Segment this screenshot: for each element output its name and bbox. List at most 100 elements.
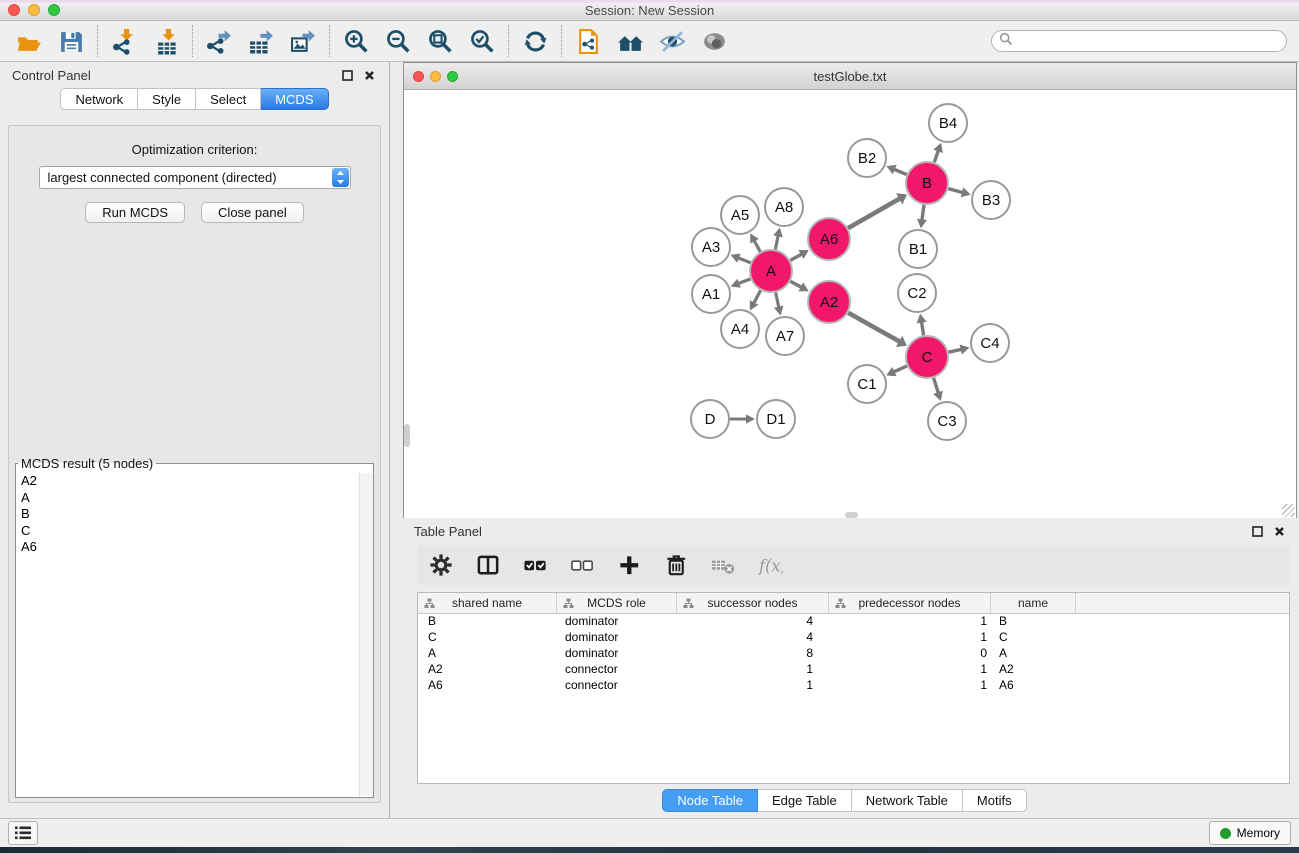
deselect-all-button[interactable] xyxy=(568,551,596,579)
table-cell: B xyxy=(991,614,1076,630)
add-button[interactable] xyxy=(615,551,643,579)
export-network-button[interactable] xyxy=(198,23,240,59)
import-table-button[interactable] xyxy=(145,23,187,59)
tab-motifs[interactable]: Motifs xyxy=(963,789,1027,812)
graph-node-C3[interactable]: C3 xyxy=(928,402,966,440)
criterion-select[interactable]: largest connected component (directed) xyxy=(39,166,351,189)
tab-node-table[interactable]: Node Table xyxy=(662,789,758,812)
table-cell: dominator xyxy=(557,614,677,630)
result-item[interactable]: A xyxy=(17,490,359,507)
mcds-result-title: MCDS result (5 nodes) xyxy=(18,456,156,471)
table-cell: A6 xyxy=(418,678,557,694)
float-table-panel-icon[interactable] xyxy=(1249,523,1265,539)
graph-node-A3[interactable]: A3 xyxy=(692,228,730,266)
tab-edge-table[interactable]: Edge Table xyxy=(758,789,852,812)
columns-button[interactable] xyxy=(474,551,502,579)
graph-node-B1[interactable]: B1 xyxy=(899,230,937,268)
table-row[interactable]: A6connector11A6 xyxy=(418,678,1289,694)
table-row[interactable]: Cdominator41C xyxy=(418,630,1289,646)
svg-text:B4: B4 xyxy=(939,115,957,132)
graph-node-B[interactable]: B xyxy=(906,162,948,204)
graph-node-C[interactable]: C xyxy=(906,336,948,378)
graph-node-D[interactable]: D xyxy=(691,400,729,438)
import-network-icon xyxy=(111,28,138,55)
export-image-button[interactable] xyxy=(282,23,324,59)
column-header-predecessor-nodes[interactable]: predecessor nodes xyxy=(829,593,991,613)
graph-node-A8[interactable]: A8 xyxy=(765,188,803,226)
refresh-button[interactable] xyxy=(514,23,556,59)
graph-node-C4[interactable]: C4 xyxy=(971,324,1009,362)
table-body: Bdominator41BCdominator41CAdominator80AA… xyxy=(418,614,1289,694)
column-header-name[interactable]: name xyxy=(991,593,1076,613)
svg-text:A4: A4 xyxy=(731,321,749,338)
table-row[interactable]: A2connector11A2 xyxy=(418,662,1289,678)
tab-network-table[interactable]: Network Table xyxy=(852,789,963,812)
graph-node-C1[interactable]: C1 xyxy=(848,365,886,403)
export-network-icon xyxy=(206,28,233,55)
close-panel-button[interactable]: Close panel xyxy=(201,202,304,223)
svg-text:B3: B3 xyxy=(982,192,1000,209)
svg-text:A1: A1 xyxy=(702,286,720,303)
mcds-result-list[interactable]: A2ABCA6 xyxy=(17,473,359,796)
table-row[interactable]: Bdominator41B xyxy=(418,614,1289,630)
select-all-button[interactable] xyxy=(521,551,549,579)
show-eye-button[interactable] xyxy=(693,23,735,59)
zoom-out-button[interactable] xyxy=(377,23,419,59)
gear-button[interactable] xyxy=(427,551,455,579)
column-header-MCDS-role[interactable]: MCDS role xyxy=(557,593,677,613)
close-table-panel-icon[interactable] xyxy=(1271,523,1287,539)
column-header-successor-nodes[interactable]: successor nodes xyxy=(677,593,829,613)
float-panel-icon[interactable] xyxy=(339,67,355,83)
zoom-in-button[interactable] xyxy=(335,23,377,59)
graph-node-A7[interactable]: A7 xyxy=(766,317,804,355)
tab-style[interactable]: Style xyxy=(138,88,196,110)
graph-node-A6[interactable]: A6 xyxy=(808,218,850,260)
table-row[interactable]: Adominator80A xyxy=(418,646,1289,662)
graph-node-B2[interactable]: B2 xyxy=(848,139,886,177)
result-item[interactable]: C xyxy=(17,523,359,540)
zoom-selected-button[interactable] xyxy=(461,23,503,59)
task-history-button[interactable] xyxy=(8,821,38,845)
tab-mcds[interactable]: MCDS xyxy=(261,88,328,110)
memory-button[interactable]: Memory xyxy=(1209,821,1291,845)
graph-node-A1[interactable]: A1 xyxy=(692,275,730,313)
graph-node-B3[interactable]: B3 xyxy=(972,181,1010,219)
zoom-fit-button[interactable] xyxy=(419,23,461,59)
graph-node-C2[interactable]: C2 xyxy=(898,274,936,312)
import-network-button[interactable] xyxy=(103,23,145,59)
result-item[interactable]: A2 xyxy=(17,473,359,490)
graph-node-B4[interactable]: B4 xyxy=(929,104,967,142)
network-window-titlebar: testGlobe.txt xyxy=(404,63,1296,90)
resize-grip[interactable] xyxy=(1282,504,1295,517)
tab-network[interactable]: Network xyxy=(60,88,138,110)
save-button[interactable] xyxy=(50,23,92,59)
search-input[interactable] xyxy=(1018,33,1279,49)
fx-button: f(x) xyxy=(756,551,784,579)
graph-node-A5[interactable]: A5 xyxy=(721,196,759,234)
node-table[interactable]: shared nameMCDS rolesuccessor nodesprede… xyxy=(417,592,1290,784)
table-tabs: Node TableEdge TableNetwork TableMotifs xyxy=(390,789,1299,812)
gear-icon xyxy=(429,553,454,578)
search-box[interactable] xyxy=(991,30,1287,52)
tab-select[interactable]: Select xyxy=(196,88,261,110)
network-file-button[interactable] xyxy=(567,23,609,59)
export-table-button[interactable] xyxy=(240,23,282,59)
window-title: Session: New Session xyxy=(0,3,1299,18)
run-mcds-button[interactable]: Run MCDS xyxy=(85,202,185,223)
open-folder-button[interactable] xyxy=(8,23,50,59)
hide-eye-button[interactable] xyxy=(651,23,693,59)
result-item[interactable]: A6 xyxy=(17,539,359,556)
result-scrollbar[interactable] xyxy=(359,473,373,796)
network-canvas[interactable]: A A1 A2 A3 A4 A5 A6 A7 A8 B B1 B2 B3 B4 C C1 C2 C3 C4 D D1 xyxy=(404,90,1296,518)
vertical-scroll-thumb[interactable] xyxy=(404,424,410,447)
graph-node-A2[interactable]: A2 xyxy=(808,281,850,323)
column-header-shared-name[interactable]: shared name xyxy=(418,593,557,613)
result-item[interactable]: B xyxy=(17,506,359,523)
graph-node-D1[interactable]: D1 xyxy=(757,400,795,438)
close-panel-icon[interactable] xyxy=(361,67,377,83)
table-cell: 1 xyxy=(829,678,991,694)
graph-node-A4[interactable]: A4 xyxy=(721,310,759,348)
graph-node-A[interactable]: A xyxy=(750,250,792,292)
houses-button[interactable] xyxy=(609,23,651,59)
delete-button[interactable] xyxy=(662,551,690,579)
